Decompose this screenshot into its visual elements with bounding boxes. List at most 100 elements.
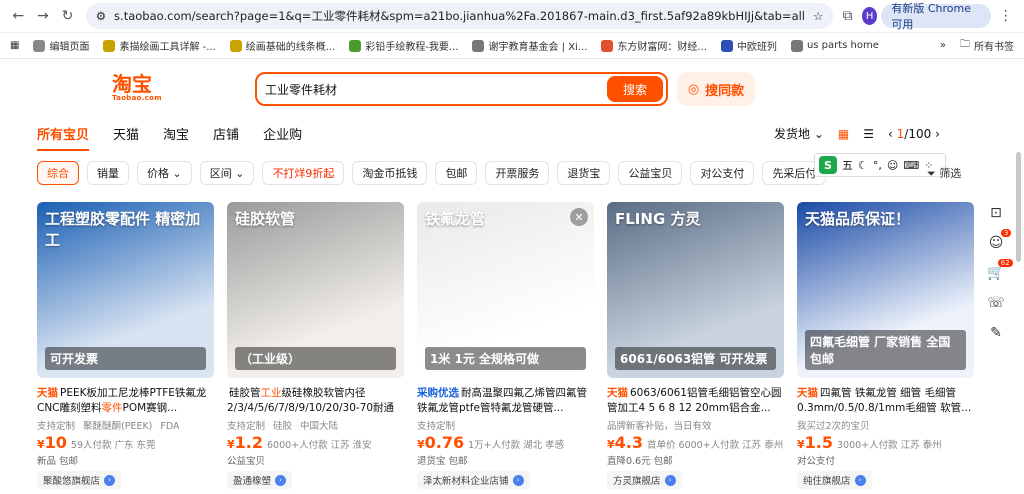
punct-icon: °, (872, 158, 882, 172)
bookmark-item[interactable]: 彩铅手绘教程-我要... (349, 38, 458, 53)
shop-link[interactable]: 泽太新材料企业店铺 › (417, 471, 530, 489)
product-price: ¥4.3 (607, 433, 643, 452)
bookmark-item[interactable]: 素描绘画工具详解 -... (103, 38, 216, 53)
image-headline: 工程塑胶零配件 精密加工 (45, 210, 201, 249)
bookmark-item[interactable]: 绘画基础的线条概... (229, 38, 335, 53)
price-range[interactable]: 区间 ⌄ (199, 161, 255, 185)
right-sidebar: ⊡ ☺ 3 🛒 62 ☏ ✎ (980, 205, 1013, 341)
url-text: s.taobao.com/search?page=1&q=工业零件耗材&spm=… (114, 9, 806, 23)
scrollbar[interactable] (1016, 152, 1021, 262)
bookmark-item[interactable]: 东方财富网：财经... (601, 38, 707, 53)
product-title[interactable]: 硅胶管工业级硅橡胶软管内径2/3/4/5/6/7/8/9/10/20/30-70… (227, 386, 404, 416)
reload-icon[interactable]: ↻ (57, 4, 78, 28)
bookmark-item[interactable]: 中欧班列 (720, 38, 777, 53)
price-line: ¥1.5 3000+人付款 江苏 泰州 (797, 433, 942, 452)
menu-dots-icon[interactable]: ⋮ (995, 4, 1016, 28)
shop-link[interactable]: 纯住旗舰店 › (797, 471, 872, 489)
ship-from-dropdown[interactable]: 发货地 ⌄ (774, 125, 824, 142)
product-extra: 对公支付 (797, 456, 836, 467)
taobao-logo[interactable]: 淘宝 Taobao.com (112, 74, 162, 102)
back-icon[interactable]: ← (8, 4, 29, 28)
extensions-icon[interactable]: ⧉ (837, 4, 858, 28)
image-headline: 铁氟龙管 (425, 210, 486, 228)
product-extra: 退货宝 包邮 (417, 456, 468, 467)
product-price: ¥1.5 (797, 433, 833, 452)
forward-icon[interactable]: → (33, 4, 54, 28)
image-subline: 可开发票 (45, 347, 206, 370)
address-bar[interactable]: ⚙ s.taobao.com/search?page=1&q=工业零件耗材&sp… (85, 3, 834, 29)
chat-icon[interactable]: ⊡ (990, 205, 1002, 221)
filter-invoice[interactable]: 开票服务 (485, 161, 550, 185)
filter-promo[interactable]: 不打烊9折起 (262, 161, 345, 185)
search-button[interactable]: 搜索 (607, 76, 663, 102)
all-bookmarks-folder[interactable]: 🗀 所有书签 (960, 37, 1014, 54)
shop-link[interactable]: 方灵旗舰店 › (607, 471, 682, 489)
product-price: ¥10 (37, 433, 67, 452)
product-title[interactable]: 采购优选 耐高温聚四氟乙烯管四氟管铁氟龙管ptfe管特氟龙管硬管... (417, 386, 594, 416)
image-subline: 6061/6063铝管 可开发票 (615, 347, 776, 370)
tab-enterprise[interactable]: 企业购 (263, 124, 302, 151)
cart-icon[interactable]: 🛒 62 (987, 259, 1013, 281)
product-image[interactable]: 铁氟龙管 1米 1元 全规格可做 ✕ (417, 202, 594, 378)
product-card[interactable]: 铁氟龙管 1米 1元 全规格可做 ✕ 采购优选 耐高温聚四氟乙烯管四氟管铁氟龙管p… (417, 202, 594, 489)
bookmark-item[interactable]: us parts home (790, 39, 879, 52)
tab-shops[interactable]: 店铺 (213, 124, 239, 151)
feedback-icon[interactable]: ✎ (990, 325, 1002, 341)
sort-sales[interactable]: 销量 (87, 161, 129, 185)
apps-icon[interactable]: ▦ (10, 40, 19, 51)
tab-all[interactable]: 所有宝贝 (37, 124, 90, 151)
result-tabs: 所有宝贝 天猫 淘宝 店铺 企业购 (37, 124, 302, 151)
filter-charity[interactable]: 公益宝贝 (618, 161, 683, 185)
product-title[interactable]: 天猫 6063/6061铝管毛细铝管空心圆管加工4 5 6 8 12 20mm铝合… (607, 386, 784, 416)
tab-taobao[interactable]: 淘宝 (163, 124, 189, 151)
service-icon[interactable]: ☏ (987, 295, 1005, 311)
product-attrs: 支持定制 聚醚醚酮(PEEK) FDA (37, 421, 180, 432)
list-view-icon[interactable]: ☰ (863, 127, 874, 141)
tab-tmall[interactable]: 天猫 (113, 124, 139, 151)
grid-view-icon[interactable]: ▦ (838, 127, 849, 141)
search-box[interactable]: 工业零件耗材 搜索 (255, 72, 668, 106)
product-card[interactable]: FLING 方灵 6061/6063铝管 可开发票 天猫 6063/6061铝管毛… (607, 202, 784, 489)
product-image[interactable]: FLING 方灵 6061/6063铝管 可开发票 (607, 202, 784, 378)
bookmark-item[interactable]: 谢宇教育基金会 | Xi... (472, 38, 587, 53)
bookmark-star-icon[interactable]: ☆ (813, 9, 823, 23)
filter-return[interactable]: 退货宝 (557, 161, 611, 185)
filter-corporate-pay[interactable]: 对公支付 (690, 161, 755, 185)
bookmarks-overflow[interactable]: » (940, 40, 946, 51)
filter-coins[interactable]: 淘金币抵钱 (352, 161, 428, 185)
next-page-icon[interactable]: › (935, 127, 940, 141)
chrome-update-button[interactable]: 有新版 Chrome 可用 (881, 2, 992, 31)
product-attrs: 品牌新客补贴，当日有效 (607, 421, 712, 432)
product-image[interactable]: 硅胶软管 （工业级） (227, 202, 404, 378)
shop-link[interactable]: 聚酸悠旗舰店 › (37, 471, 122, 489)
prev-page-icon[interactable]: ‹ (888, 127, 893, 141)
image-headline: FLING 方灵 (615, 210, 701, 228)
sogou-ime-icon: S (819, 156, 837, 174)
product-card[interactable]: 硅胶软管 （工业级） 硅胶管工业级硅橡胶软管内径2/3/4/5/6/7/8/9/… (227, 202, 404, 489)
price-line: ¥10 59人付款 广东 东莞 (37, 433, 156, 452)
image-search-button[interactable]: ◎ 搜同款 (677, 72, 755, 106)
image-headline: 硅胶软管 (235, 210, 296, 228)
product-title[interactable]: 天猫 四氟管 铁氟龙管 细管 毛细管0.3mm/0.5/0.8/1mm毛细管 软管… (797, 386, 974, 416)
profile-avatar[interactable]: H (861, 7, 878, 25)
product-card[interactable]: 天猫品质保证！ 四氟毛细管 厂家销售 全国包邮 天猫 四氟管 铁氟龙管 细管 毛细… (797, 202, 974, 489)
shop-link[interactable]: 盈通橡塑 › (227, 471, 293, 489)
bookmark-item[interactable]: 编辑页面 (33, 38, 89, 53)
product-title[interactable]: 天猫 PEEK板加工尼龙棒PTFE铁氟龙CNC雕刻塑料零件POM赛钢... (37, 386, 214, 416)
keyboard-icon: ⌨ (903, 158, 920, 172)
filter-bar: 综合 销量 价格 ⌄ 区间 ⌄ 不打烊9折起 淘金币抵钱 包邮 开票服务 退货宝… (37, 161, 827, 185)
search-input[interactable]: 工业零件耗材 (265, 81, 607, 98)
close-icon[interactable]: ✕ (570, 208, 588, 226)
product-price: ¥0.76 (417, 433, 465, 452)
product-image[interactable]: 工程塑胶零配件 精密加工 可开发票 (37, 202, 214, 378)
site-settings-icon[interactable]: ⚙ (96, 9, 106, 23)
image-subline: （工业级） (235, 347, 396, 370)
sort-default[interactable]: 综合 (37, 161, 79, 185)
product-card[interactable]: 工程塑胶零配件 精密加工 可开发票 天猫 PEEK板加工尼龙棒PTFE铁氟龙CNC… (37, 202, 214, 489)
product-image[interactable]: 天猫品质保证！ 四氟毛细管 厂家销售 全国包邮 (797, 202, 974, 378)
filter-more-button[interactable]: ⏷ 筛选 (927, 165, 961, 181)
filter-free-shipping[interactable]: 包邮 (435, 161, 478, 185)
sort-price[interactable]: 价格 ⌄ (137, 161, 192, 185)
favorites-icon[interactable]: ☺ 3 (989, 229, 1012, 251)
product-extra: 直降0.6元 包邮 (607, 456, 673, 467)
